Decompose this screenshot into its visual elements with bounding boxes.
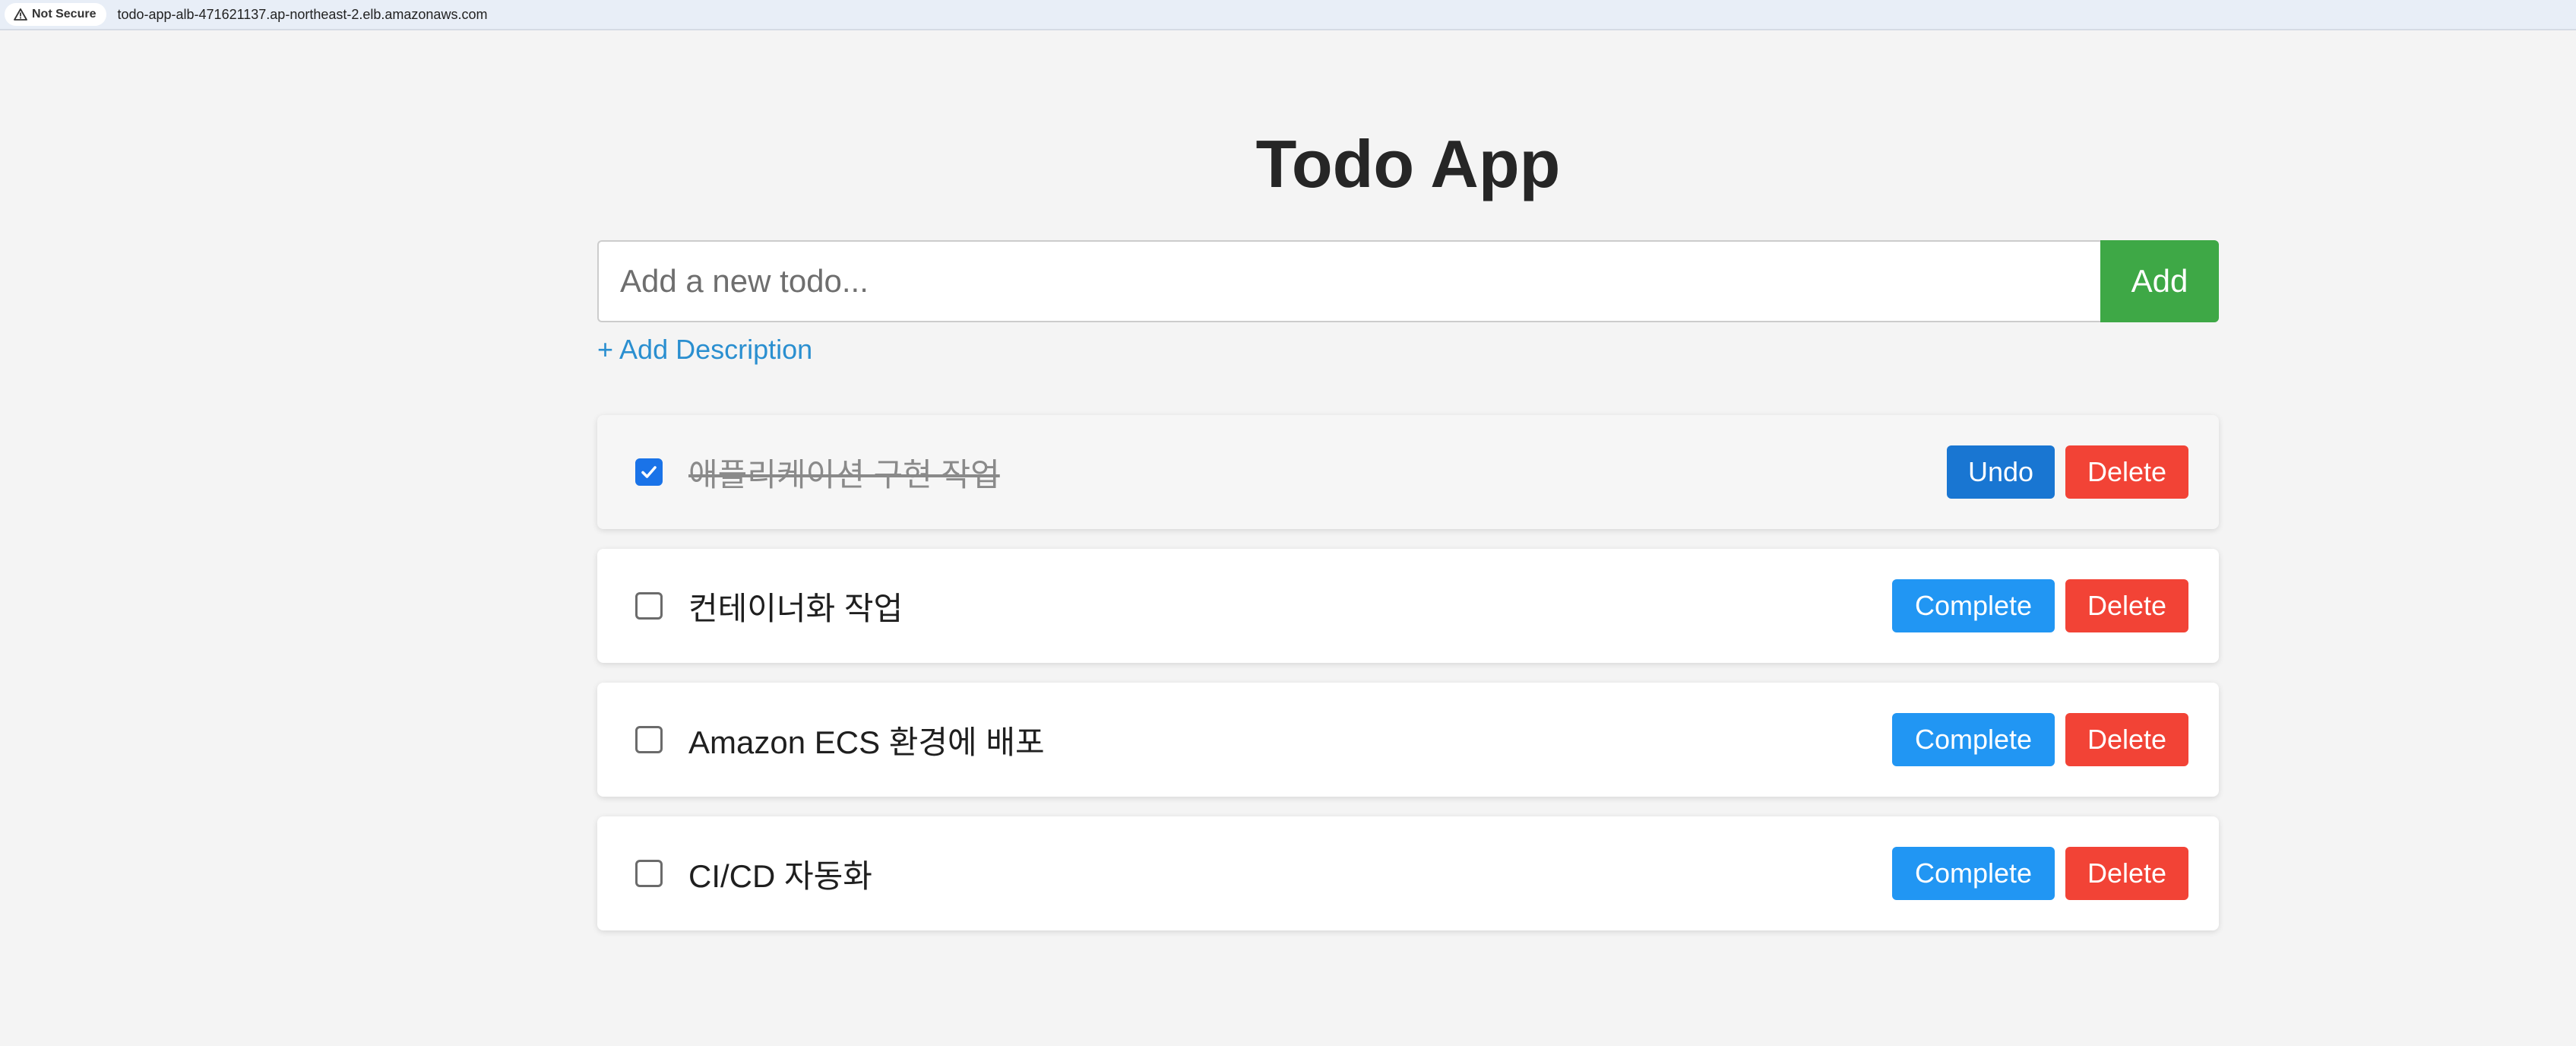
todo-text: Amazon ECS 환경에 배포 xyxy=(688,724,1045,760)
url-text[interactable]: todo-app-alb-471621137.ap-northeast-2.el… xyxy=(117,7,487,23)
todo-checkbox[interactable] xyxy=(635,860,663,887)
todo-text: CI/CD 자동화 xyxy=(688,857,872,894)
complete-button[interactable]: Complete xyxy=(1892,713,2055,766)
todo-text: 애플리케이션 구현 작업 xyxy=(688,456,1000,493)
new-todo-form: Add xyxy=(597,240,2219,322)
todo-item: CI/CD 자동화 Complete Delete xyxy=(597,816,2219,930)
complete-button[interactable]: Complete xyxy=(1892,847,2055,900)
delete-button[interactable]: Delete xyxy=(2065,713,2188,766)
todo-checkbox[interactable] xyxy=(635,592,663,620)
security-indicator[interactable]: Not Secure xyxy=(5,3,107,26)
check-icon xyxy=(641,466,657,478)
todo-list: 애플리케이션 구현 작업 Undo Delete 컨테이너화 작업 Comple… xyxy=(597,415,2219,930)
add-description-link[interactable]: + Add Description xyxy=(597,333,812,366)
security-label: Not Secure xyxy=(32,8,97,21)
todo-checkbox[interactable] xyxy=(635,458,663,486)
todo-item: Amazon ECS 환경에 배포 Complete Delete xyxy=(597,683,2219,797)
delete-button[interactable]: Delete xyxy=(2065,847,2188,900)
todo-item: 컨테이너화 작업 Complete Delete xyxy=(597,549,2219,663)
delete-button[interactable]: Delete xyxy=(2065,579,2188,632)
complete-button[interactable]: Complete xyxy=(1892,579,2055,632)
todo-text: 컨테이너화 작업 xyxy=(688,590,903,626)
todo-item: 애플리케이션 구현 작업 Undo Delete xyxy=(597,415,2219,529)
todo-actions: Undo Delete xyxy=(1947,445,2188,499)
todo-actions: Complete Delete xyxy=(1892,579,2188,632)
todo-app: Todo App Add + Add Description 애플리케이션 구현… xyxy=(597,30,2219,930)
warning-icon xyxy=(14,8,27,21)
browser-address-bar: Not Secure todo-app-alb-471621137.ap-nor… xyxy=(0,0,2576,30)
page-title: Todo App xyxy=(1255,126,1561,201)
add-button[interactable]: Add xyxy=(2100,240,2219,322)
todo-checkbox[interactable] xyxy=(635,726,663,753)
delete-button[interactable]: Delete xyxy=(2065,445,2188,499)
new-todo-input[interactable] xyxy=(597,240,2100,322)
todo-actions: Complete Delete xyxy=(1892,847,2188,900)
undo-button[interactable]: Undo xyxy=(1947,445,2055,499)
todo-actions: Complete Delete xyxy=(1892,713,2188,766)
